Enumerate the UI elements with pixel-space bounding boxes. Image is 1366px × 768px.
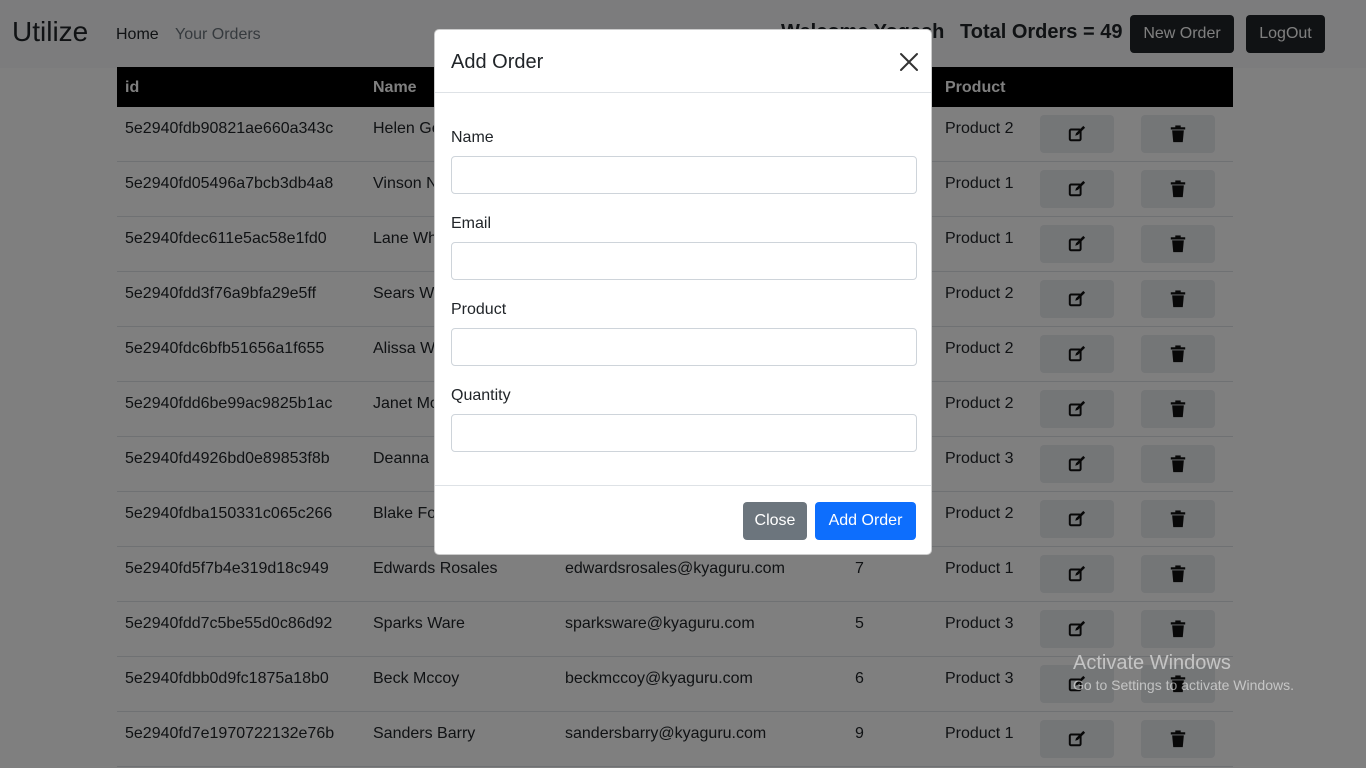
email-label: Email	[451, 215, 492, 232]
activate-windows-subtitle: Go to Settings to activate Windows.	[1073, 677, 1294, 693]
modal-header: Add Order	[435, 30, 931, 93]
product-input[interactable]	[451, 328, 917, 366]
close-icon[interactable]	[899, 52, 919, 72]
add-order-button[interactable]: Add Order	[815, 502, 916, 540]
modal-footer: Close Add Order	[435, 485, 931, 555]
product-label: Product	[451, 301, 507, 318]
modal-body: Name Email Product Quantity	[435, 93, 931, 486]
modal-title: Add Order	[451, 51, 544, 73]
name-input[interactable]	[451, 156, 917, 194]
quantity-label: Quantity	[451, 387, 511, 404]
email-input[interactable]	[451, 242, 917, 280]
add-order-modal: Add Order Name Email Product Quantity Cl…	[434, 29, 932, 555]
quantity-input[interactable]	[451, 414, 917, 452]
activate-windows-title: Activate Windows	[1073, 652, 1231, 674]
close-button[interactable]: Close	[743, 502, 807, 540]
name-label: Name	[451, 129, 494, 146]
